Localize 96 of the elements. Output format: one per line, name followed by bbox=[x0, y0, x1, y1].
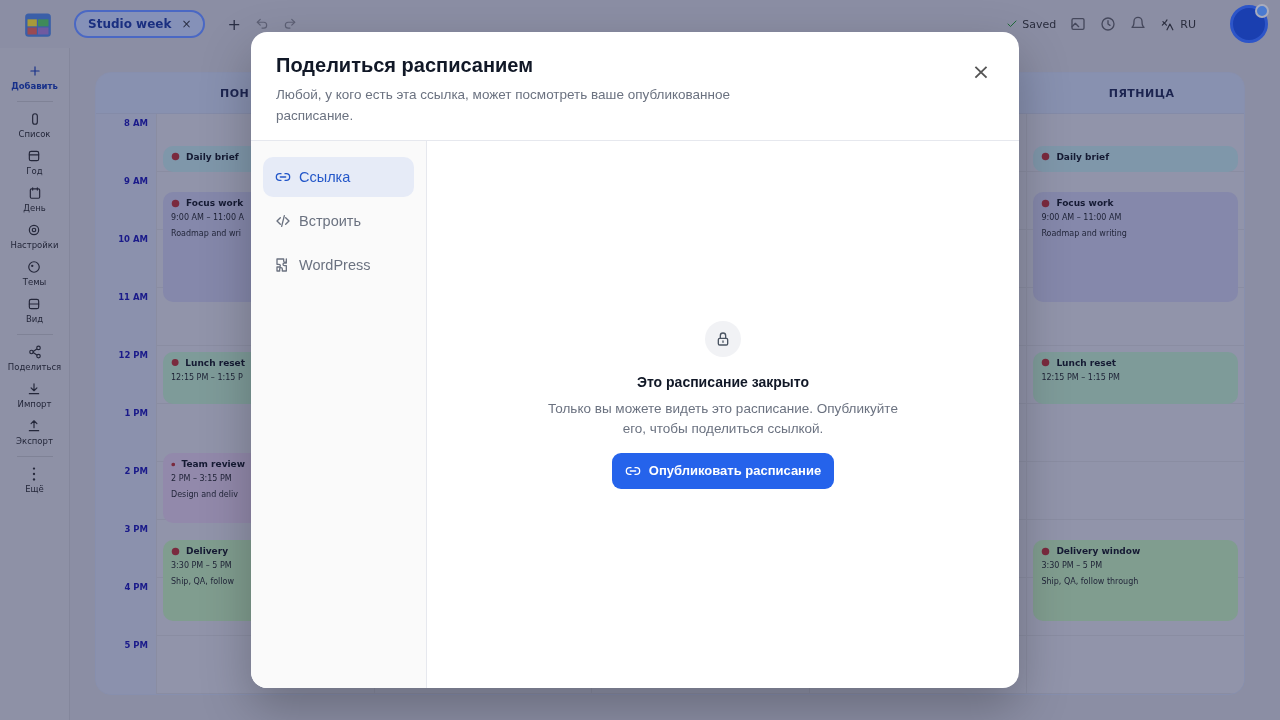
share-tab[interactable]: Встроить bbox=[263, 201, 414, 241]
image-icon bbox=[1070, 16, 1087, 32]
sidebar-item[interactable]: Экспорт bbox=[16, 419, 53, 446]
more-icon bbox=[32, 467, 37, 481]
dialog-title: Поделиться расписанием bbox=[276, 54, 534, 77]
event-time: 12:15 PM – 1:15 PM bbox=[1041, 372, 1122, 382]
event-card[interactable]: Team review 2 PM – 3:15 PM Design and deliv bbox=[163, 453, 253, 523]
event-dot-icon bbox=[171, 198, 180, 208]
event-dot-icon bbox=[1041, 546, 1051, 556]
tab-label: Studio week bbox=[88, 17, 172, 31]
publish-button[interactable]: Опубликовать расписание bbox=[611, 452, 835, 489]
sidebar-item[interactable]: Темы bbox=[22, 260, 47, 287]
event-time: 9:00 AM – 11:00 A bbox=[171, 213, 245, 223]
event-note: Ship, QA, follow bbox=[171, 577, 235, 587]
event-card[interactable]: Delivery 3:30 PM – 5 PM Ship, QA, follow bbox=[163, 540, 253, 622]
sidebar-item[interactable]: Вид bbox=[25, 297, 44, 324]
day-header: ПЯТНИЦА bbox=[1108, 86, 1175, 100]
sidebar-icon bbox=[27, 297, 42, 311]
sidebar-item[interactable]: Ещё bbox=[25, 467, 44, 494]
event-dot-icon bbox=[1041, 358, 1051, 368]
time-label: 1 PM bbox=[124, 408, 148, 420]
dialog-subtitle: Любой, у кого есть эта ссылка, может посмотреть ваше опубликованное расписание. bbox=[276, 86, 731, 125]
event-time: 12:15 PM – 1:15 P bbox=[171, 372, 244, 382]
close-button[interactable]: × bbox=[969, 60, 993, 84]
time-label: 12 PM bbox=[118, 350, 148, 362]
clock-icon bbox=[1100, 16, 1117, 32]
save-status: Saved bbox=[1022, 17, 1057, 31]
sidebar-item[interactable]: Список bbox=[18, 112, 51, 139]
sidebar-icon bbox=[27, 186, 42, 200]
sidebar-icon bbox=[27, 149, 42, 163]
event-time: 2 PM – 3:15 PM bbox=[171, 474, 233, 484]
event-time: 3:30 PM – 5 PM bbox=[171, 561, 233, 571]
event-title: Team review bbox=[181, 459, 245, 470]
avatar[interactable] bbox=[1230, 5, 1268, 43]
sidebar-item[interactable]: Настройки bbox=[10, 223, 59, 250]
time-label: 4 PM bbox=[124, 582, 148, 594]
event-note: Ship, QA, follow through bbox=[1041, 577, 1140, 587]
event-dot-icon bbox=[171, 152, 180, 162]
translate-icon bbox=[1160, 17, 1175, 31]
event-card[interactable]: Delivery window 3:30 PM – 5 PM Ship, QA, follow through bbox=[1033, 540, 1238, 622]
sidebar-item[interactable]: День bbox=[23, 186, 46, 213]
lock-icon bbox=[715, 330, 731, 347]
event-title: Daily brief bbox=[1056, 151, 1110, 162]
event-dot-icon bbox=[1041, 152, 1051, 162]
sidebar-icon bbox=[27, 419, 42, 433]
add-tab-button[interactable]: + bbox=[227, 14, 241, 34]
event-card[interactable]: Focus work 9:00 AM – 11:00 AM Roadmap and writing bbox=[1033, 192, 1238, 303]
sidebar-icon bbox=[27, 64, 42, 78]
sidebar-icon bbox=[27, 260, 42, 274]
close-tab-button[interactable]: × bbox=[181, 17, 192, 31]
event-time: 9:00 AM – 11:00 AM bbox=[1041, 213, 1123, 223]
time-label: 3 PM bbox=[124, 524, 148, 536]
sidebar-item[interactable]: Год bbox=[26, 149, 43, 176]
event-dot-icon bbox=[171, 546, 180, 556]
event-card[interactable]: Lunch reset 12:15 PM – 1:15 P bbox=[163, 351, 253, 404]
day-header: ПОН bbox=[220, 86, 250, 100]
sidebar-item[interactable]: Добавить bbox=[11, 64, 58, 91]
event-title: Focus work bbox=[186, 198, 244, 209]
language-button[interactable]: RU bbox=[1160, 17, 1196, 31]
event-title: Focus work bbox=[1056, 198, 1114, 209]
undo-icon bbox=[254, 17, 269, 31]
empty-state-title: Это расписание закрыто bbox=[636, 373, 809, 390]
share-tab[interactable]: WordPress bbox=[263, 245, 414, 285]
time-label: 11 AM bbox=[118, 292, 148, 304]
share-tab[interactable]: Ссылка bbox=[263, 157, 414, 197]
event-note: Roadmap and wri bbox=[171, 229, 243, 239]
event-dot-icon bbox=[1041, 198, 1051, 208]
event-title: Delivery window bbox=[1056, 546, 1141, 557]
event-card[interactable]: Lunch reset 12:15 PM – 1:15 PM bbox=[1033, 351, 1238, 404]
event-dot-icon bbox=[171, 358, 180, 368]
schedule-tab[interactable]: Studio week × bbox=[74, 10, 206, 38]
event-card[interactable]: Daily brief bbox=[163, 145, 253, 172]
event-title: Delivery bbox=[186, 546, 229, 557]
event-note: Design and deliv bbox=[171, 490, 239, 500]
notification-badge bbox=[1255, 4, 1269, 18]
event-title: Lunch reset bbox=[185, 357, 245, 368]
redo-icon bbox=[282, 17, 297, 31]
check-icon bbox=[1006, 18, 1019, 30]
event-card[interactable]: Daily brief bbox=[1033, 145, 1238, 172]
code-icon bbox=[275, 213, 291, 229]
event-note: Roadmap and writing bbox=[1041, 229, 1128, 239]
time-label: 9 AM bbox=[124, 176, 148, 188]
event-time: 3:30 PM – 5 PM bbox=[1041, 561, 1104, 571]
time-label: 2 PM bbox=[124, 466, 148, 478]
sidebar-icon bbox=[27, 345, 42, 359]
sidebar-icon bbox=[27, 223, 42, 237]
event-card[interactable]: Focus work 9:00 AM – 11:00 A Roadmap and wri bbox=[163, 192, 253, 303]
empty-state-text: Только вы можете видеть это расписание. Опубликуйте его, чтобы поделиться ссылкой. bbox=[547, 399, 899, 438]
time-label: 10 AM bbox=[118, 234, 148, 246]
time-label: 8 AM bbox=[124, 118, 148, 130]
event-title: Lunch reset bbox=[1056, 357, 1117, 368]
event-title: Daily brief bbox=[186, 151, 239, 162]
sidebar-item[interactable]: Поделиться bbox=[7, 345, 62, 372]
sidebar-item[interactable]: Импорт bbox=[17, 382, 52, 409]
sidebar-icon bbox=[27, 382, 42, 396]
time-label: 5 PM bbox=[124, 640, 148, 652]
